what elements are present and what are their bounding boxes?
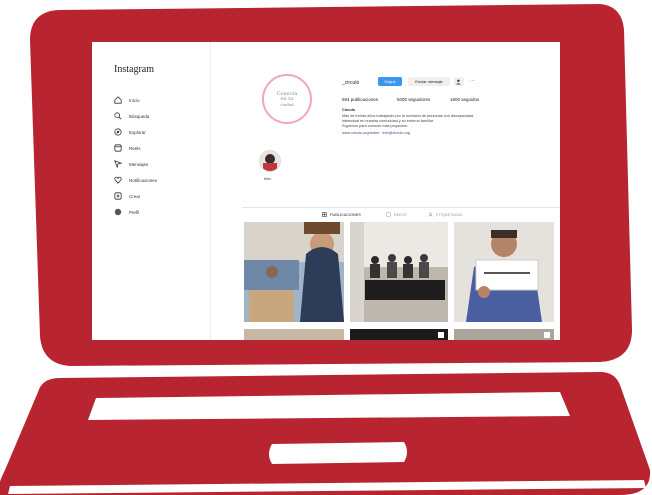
instagram-logo[interactable]: Instagram: [114, 64, 154, 75]
sidebar-item-label: Notificaciones: [129, 177, 158, 183]
tab-publicaciones[interactable]: PUBLICACIONES: [322, 212, 361, 217]
add-person-icon: [456, 79, 461, 84]
sidebar-item-label: Búsqueda: [129, 113, 150, 119]
post-thumbnail[interactable]: [350, 328, 448, 340]
create-icon: [114, 192, 122, 200]
story-highlight[interactable]: [259, 150, 281, 172]
highlight-thumbnail: [260, 151, 280, 171]
sidebar-item-label: Inicio: [129, 97, 140, 103]
search-icon: [114, 112, 122, 120]
profile-name: Círculo: [342, 108, 356, 112]
sidebar-item-mensajes[interactable]: Mensajes: [114, 160, 148, 168]
messages-icon: [114, 160, 122, 168]
posts-count[interactable]: 684 publicaciones: [342, 97, 378, 102]
tag-icon: [428, 212, 433, 217]
profile-handle: _circulo: [342, 80, 360, 86]
sidebar-item-notificaciones[interactable]: Notificaciones: [114, 176, 157, 184]
post-image-meeting-table: [350, 222, 448, 322]
sidebar-item-label: Crear: [129, 193, 141, 199]
sidebar-item-busqueda[interactable]: Búsqueda: [114, 112, 149, 120]
highlight-label: Info: [264, 176, 271, 181]
sidebar: Instagram Inicio Búsqueda Explorar Reels…: [92, 42, 211, 340]
post-image: [350, 329, 448, 340]
more-options-icon[interactable]: ···: [470, 78, 475, 84]
sidebar-item-perfil[interactable]: Perfil: [114, 208, 139, 216]
send-message-button[interactable]: Enviar mensaje: [408, 77, 450, 86]
post-image: [244, 329, 344, 340]
avatar-text-line: ciudad: [280, 101, 294, 107]
post-thumbnail[interactable]: [454, 328, 554, 340]
sidebar-item-label: Explorar: [129, 129, 146, 135]
bio-link[interactable]: www.circulo.org/redes · info@circulo.org: [342, 131, 410, 135]
sidebar-item-label: Reels: [129, 145, 141, 151]
post-image-office-people: [244, 222, 344, 322]
sidebar-item-crear[interactable]: Crear: [114, 192, 140, 200]
tab-label: REELS: [394, 212, 407, 217]
followers-count[interactable]: 5000 seguidores: [397, 97, 430, 102]
reels-icon: [386, 212, 391, 217]
bio-line: intelectual en nuestra comunidad y su en…: [342, 119, 434, 123]
post-thumbnail[interactable]: [244, 328, 344, 340]
explore-icon: [114, 128, 122, 136]
laptop-trackpad: [269, 442, 407, 464]
sidebar-item-label: Mensajes: [129, 161, 149, 167]
sidebar-item-inicio[interactable]: Inicio: [114, 96, 140, 104]
bio-line: Más de treinta años trabajando por la in…: [342, 114, 474, 118]
suggested-button[interactable]: [454, 77, 464, 86]
post-thumbnail[interactable]: [350, 222, 448, 322]
post-thumbnail[interactable]: [454, 222, 554, 322]
heart-icon: [114, 176, 122, 184]
laptop-base: [0, 372, 651, 495]
tab-reels[interactable]: REELS: [386, 212, 406, 217]
bio-line: Síguenos para conocer más proyectos.: [342, 124, 409, 128]
follow-button[interactable]: Seguir: [378, 77, 402, 86]
sidebar-item-label: Perfil: [129, 209, 140, 215]
tab-etiquetadas[interactable]: ETIQUETADAS: [428, 212, 463, 217]
following-count[interactable]: 1600 seguidos: [450, 97, 479, 102]
sidebar-item-explorar[interactable]: Explorar: [114, 128, 146, 136]
home-icon: [114, 96, 122, 104]
post-thumbnail[interactable]: [244, 222, 344, 322]
post-image: [454, 329, 554, 340]
tabs-divider: [242, 207, 560, 208]
screen: Instagram Inicio Búsqueda Explorar Reels…: [92, 42, 560, 340]
profile-avatar[interactable]: Conecta en tu ciudad: [262, 74, 312, 124]
profile-icon: [114, 208, 122, 216]
grid-icon: [322, 212, 327, 217]
reels-icon: [114, 144, 122, 152]
sidebar-item-reels[interactable]: Reels: [114, 144, 141, 152]
post-image-man-with-sign: [454, 222, 554, 322]
tab-label: ETIQUETADAS: [436, 212, 463, 217]
tab-label: PUBLICACIONES: [330, 212, 361, 217]
